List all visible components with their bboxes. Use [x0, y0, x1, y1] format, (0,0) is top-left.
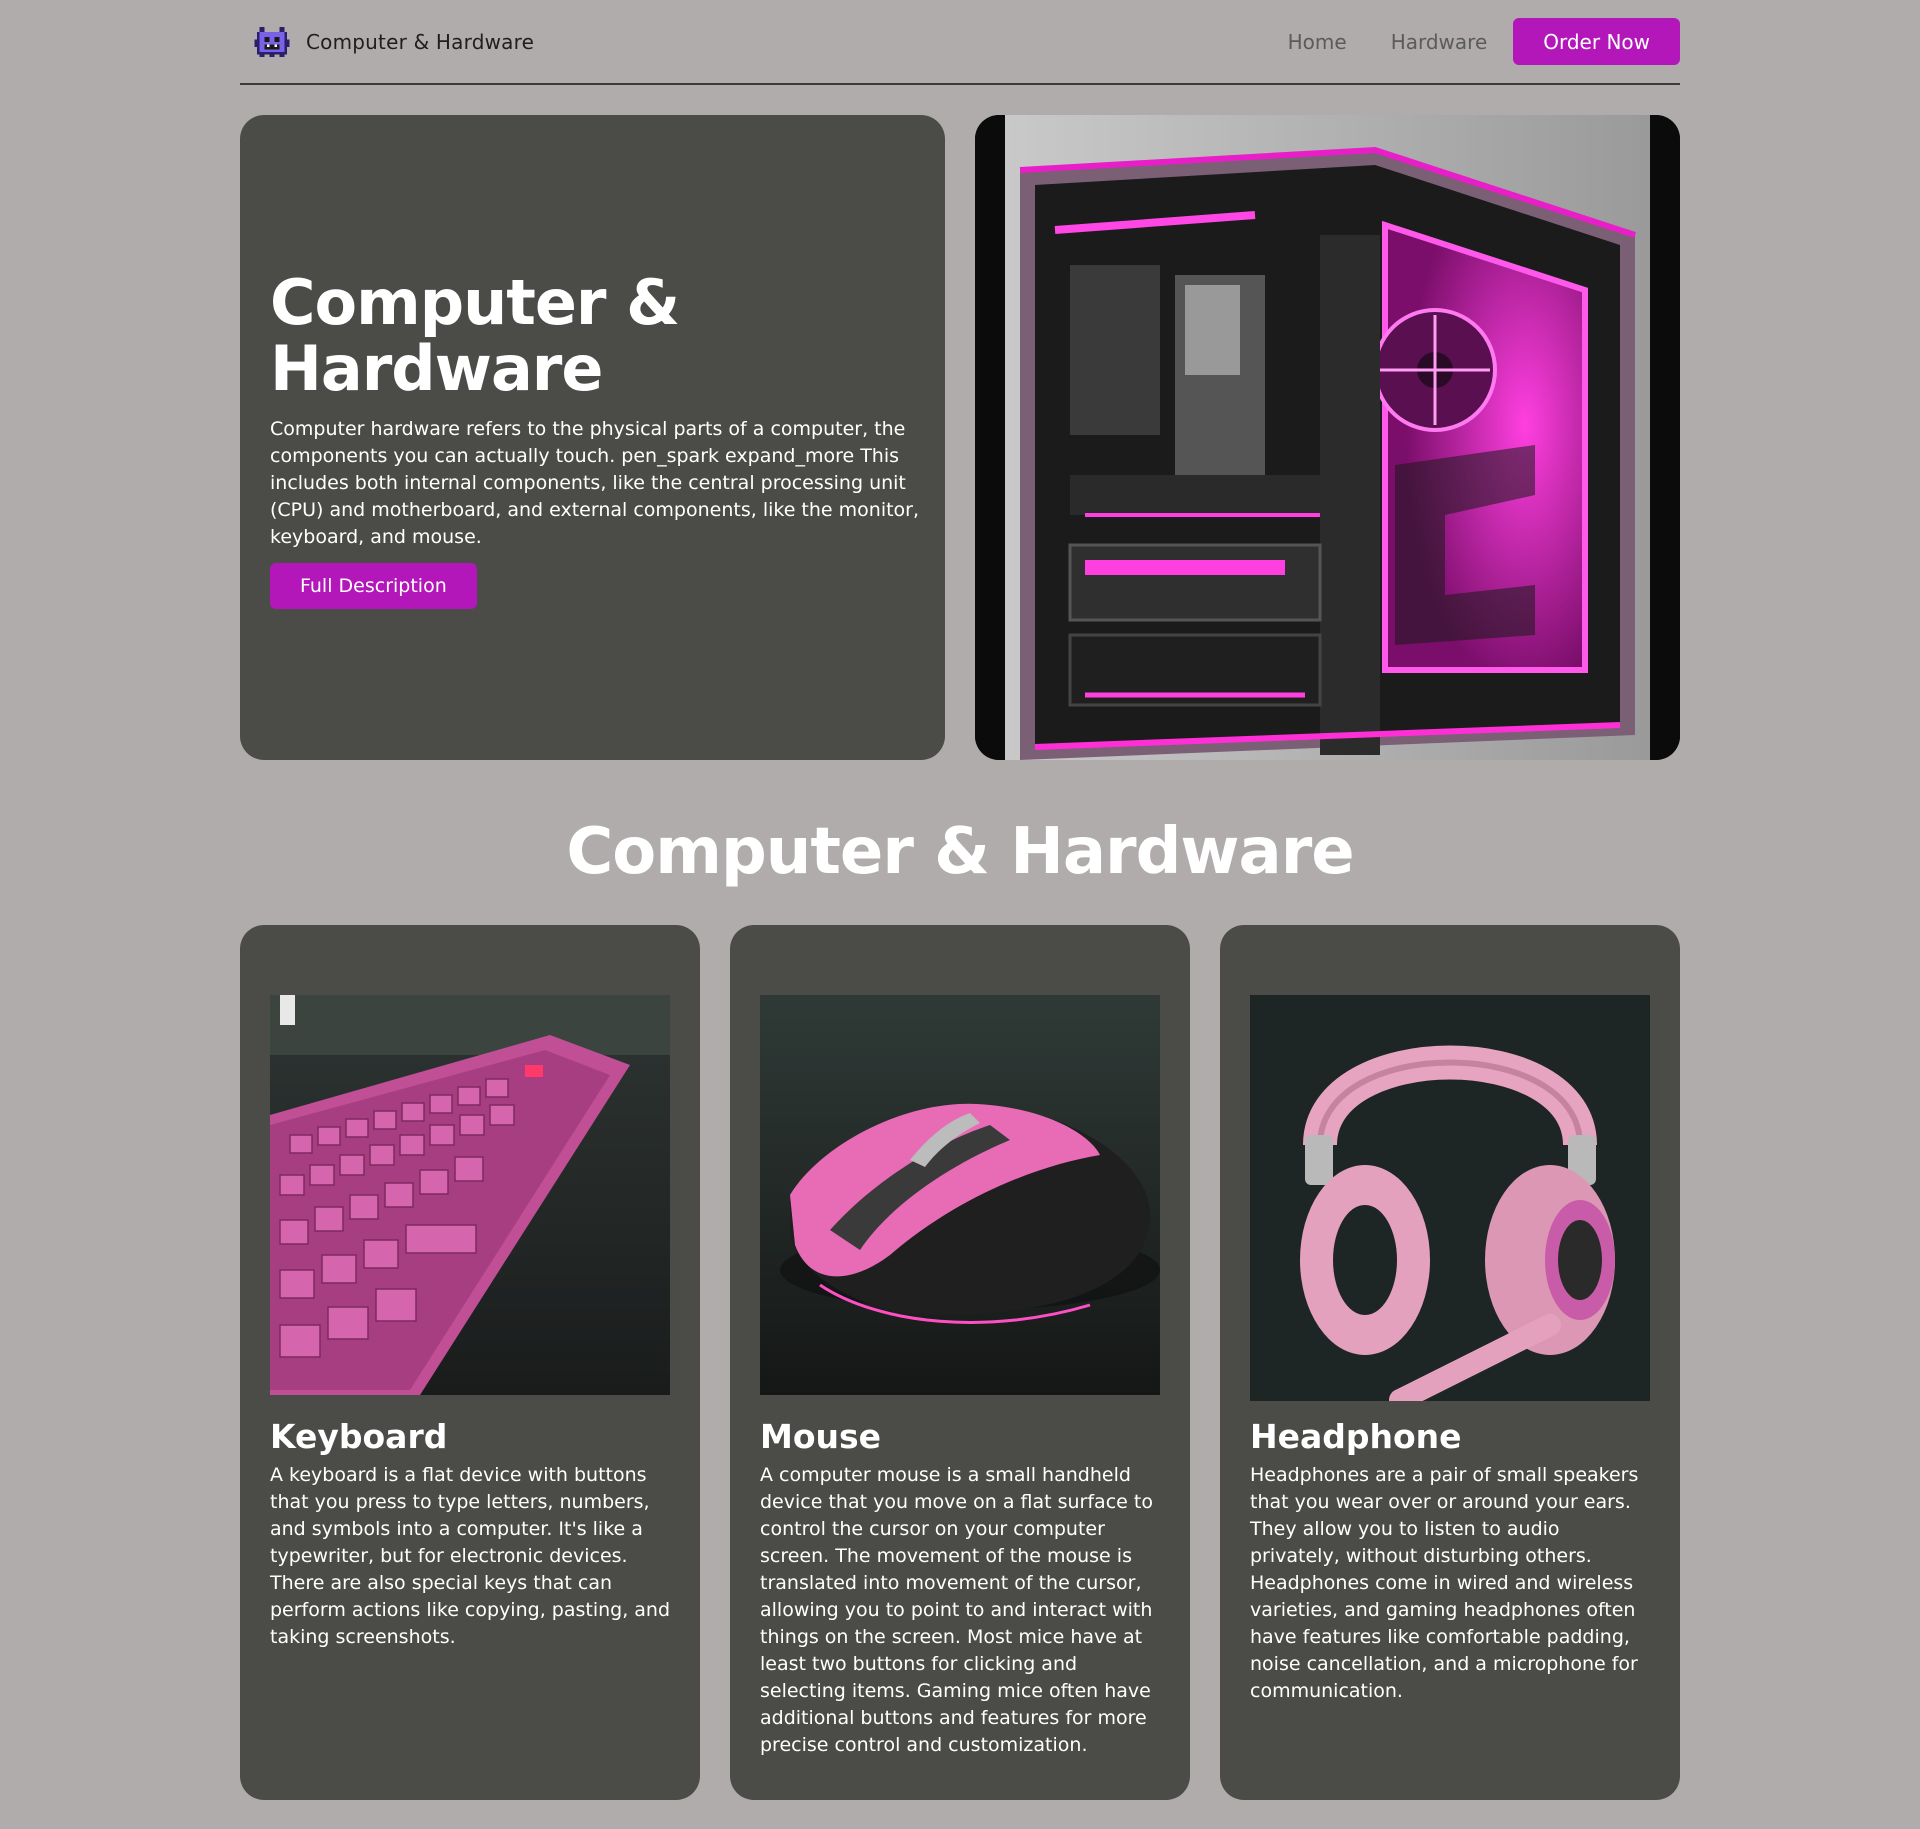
pc-case-illustration — [975, 115, 1680, 760]
hero-pc-case-image — [975, 115, 1680, 760]
mouse-image — [760, 995, 1160, 1395]
card-title-headphone: Headphone — [1250, 1417, 1462, 1456]
brand-name: Computer & Hardware — [306, 29, 535, 54]
card-text-keyboard: A keyboard is a flat device with buttons… — [270, 1464, 671, 1648]
section-title: Computer & Hardware — [566, 815, 1354, 889]
nav-link-home[interactable]: Home — [1266, 30, 1369, 54]
mouse-illustration — [760, 995, 1160, 1395]
hero-card: Computer & Hardware Computer hardware re… — [240, 115, 945, 760]
card-text-headphone: Headphones are a pair of small speakers … — [1250, 1464, 1639, 1702]
product-card-mouse: Mouse A computer mouse is a small handhe… — [730, 925, 1190, 1800]
hero-title: Computer & Hardware — [270, 266, 680, 405]
full-description-button[interactable]: Full Description — [270, 563, 477, 609]
nav-links: Home Hardware Order Now — [1266, 18, 1680, 65]
headphone-illustration — [1250, 995, 1650, 1401]
keyboard-illustration — [270, 995, 670, 1395]
nav-link-hardware[interactable]: Hardware — [1369, 30, 1510, 54]
card-text-mouse: A computer mouse is a small handheld dev… — [760, 1464, 1153, 1756]
product-card-headphone: Headphone Headphones are a pair of small… — [1220, 925, 1680, 1800]
product-card-keyboard: Keyboard A keyboard is a flat device wit… — [240, 925, 700, 1800]
keyboard-image — [270, 995, 670, 1395]
navbar: Computer & Hardware Home Hardware Order … — [240, 0, 1680, 85]
order-now-button[interactable]: Order Now — [1513, 18, 1680, 65]
pixel-monster-logo-icon — [254, 26, 290, 57]
hero-description: Computer hardware refers to the physical… — [270, 418, 920, 548]
page: Computer & Hardware Home Hardware Order … — [0, 0, 1920, 1829]
headphone-image — [1250, 995, 1650, 1401]
brand[interactable]: Computer & Hardware — [240, 22, 534, 62]
card-title-keyboard: Keyboard — [270, 1417, 448, 1456]
card-title-mouse: Mouse — [760, 1417, 882, 1456]
